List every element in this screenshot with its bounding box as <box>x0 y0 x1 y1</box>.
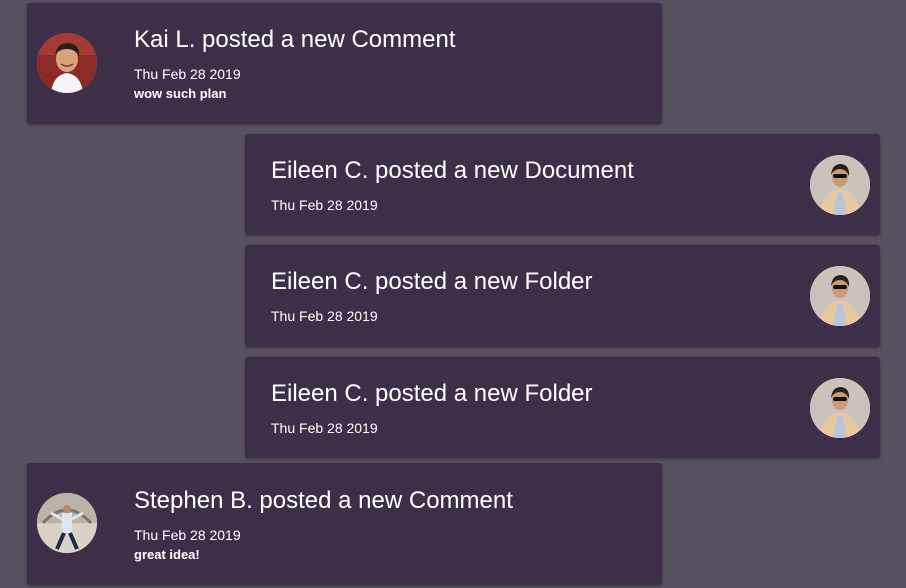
kai-avatar-icon <box>37 33 97 93</box>
feed-item[interactable]: Kai L. posted a new Comment Thu Feb 28 2… <box>27 3 662 124</box>
feed-item-date: Thu Feb 28 2019 <box>134 66 241 82</box>
feed-item[interactable]: Stephen B. posted a new Comment Thu Feb … <box>27 463 662 585</box>
eileen-avatar-icon <box>810 155 870 215</box>
feed-item[interactable]: Eileen C. posted a new Document Thu Feb … <box>245 134 880 235</box>
feed-item-title: Eileen C. posted a new Folder <box>271 268 593 295</box>
avatar[interactable] <box>37 493 97 553</box>
feed-item-title: Stephen B. posted a new Comment <box>134 487 513 514</box>
feed-item-date: Thu Feb 28 2019 <box>271 420 378 436</box>
feed-item[interactable]: Eileen C. posted a new Folder Thu Feb 28… <box>245 245 880 347</box>
feed-item-date: Thu Feb 28 2019 <box>271 308 378 324</box>
avatar[interactable] <box>37 33 97 93</box>
avatar[interactable] <box>810 378 870 438</box>
feed-item-title: Eileen C. posted a new Document <box>271 157 634 184</box>
eileen-avatar-icon <box>810 266 870 326</box>
feed-item-text: Stephen B. posted a new Comment Thu Feb … <box>134 487 513 563</box>
activity-feed: Kai L. posted a new Comment Thu Feb 28 2… <box>0 0 906 588</box>
eileen-avatar-icon <box>810 378 870 438</box>
feed-item[interactable]: Eileen C. posted a new Folder Thu Feb 28… <box>245 357 880 458</box>
feed-item-title: Eileen C. posted a new Folder <box>271 380 593 407</box>
feed-item-text: Eileen C. posted a new Document Thu Feb … <box>271 157 634 213</box>
feed-item-text: Kai L. posted a new Comment Thu Feb 28 2… <box>134 26 456 102</box>
feed-item-body: wow such plan <box>134 86 227 101</box>
avatar[interactable] <box>810 155 870 215</box>
feed-item-text: Eileen C. posted a new Folder Thu Feb 28… <box>271 268 593 324</box>
stephen-avatar-icon <box>37 493 97 553</box>
avatar[interactable] <box>810 266 870 326</box>
feed-item-title: Kai L. posted a new Comment <box>134 26 456 53</box>
feed-item-date: Thu Feb 28 2019 <box>271 197 378 213</box>
feed-item-date: Thu Feb 28 2019 <box>134 527 241 543</box>
feed-item-text: Eileen C. posted a new Folder Thu Feb 28… <box>271 380 593 436</box>
feed-item-body: great idea! <box>134 547 200 562</box>
